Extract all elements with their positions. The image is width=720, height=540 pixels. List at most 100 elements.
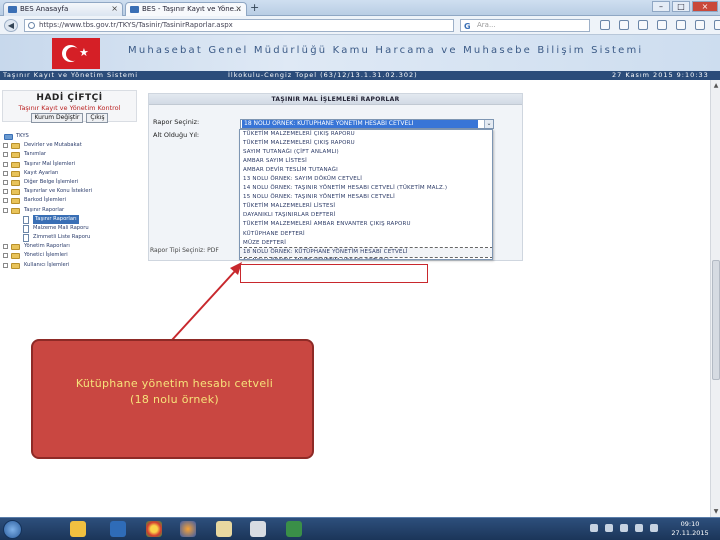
excel-icon[interactable] (286, 521, 302, 537)
documents-icon[interactable] (216, 521, 232, 537)
flag-tray-icon[interactable] (605, 524, 613, 532)
close-tab-icon[interactable]: × (235, 3, 242, 15)
logout-button[interactable]: Çıkış (86, 113, 109, 123)
chevron-down-icon[interactable]: ⌄ (484, 120, 493, 128)
expand-icon[interactable] (3, 179, 8, 185)
menu-icon[interactable] (714, 20, 720, 30)
bes-favicon-icon (8, 6, 17, 13)
dropdown-option[interactable]: AMBAR DEVİR TESLİM TUTANAĞI (240, 166, 492, 175)
chrome-icon[interactable] (146, 521, 162, 537)
tree-item[interactable]: Taşınır Raporlar (3, 206, 143, 215)
tools-icon[interactable] (250, 521, 266, 537)
folder-icon (11, 198, 20, 205)
report-dropdown-list: TÜKETİM MALZEMELERİ ÇIKIŞ RAPORU TÜKETİM … (239, 129, 493, 260)
vertical-scrollbar[interactable]: ▲ ▼ (710, 80, 720, 517)
dropdown-option[interactable]: KÜTÜPHANE DEFTERİ (240, 230, 492, 239)
expand-icon[interactable] (3, 170, 8, 176)
start-button-icon[interactable] (3, 520, 22, 539)
back-arrow-icon[interactable]: ◀ (4, 19, 18, 32)
address-bar[interactable]: https://www.tbs.gov.tr/TKYS/Tasinir/Tasi… (24, 19, 454, 32)
tree-item[interactable]: Malzeme Mali Raporu (3, 224, 143, 233)
firefox-icon[interactable] (180, 521, 196, 537)
expand-icon[interactable] (3, 152, 8, 158)
system-clock[interactable]: 09:10 27.11.2015 (664, 520, 716, 538)
tree-item[interactable]: Kullanıcı İşlemleri (3, 261, 143, 270)
tree-item-label: Taşınır Mal İşlemleri (24, 160, 76, 167)
network-icon[interactable] (620, 524, 628, 532)
dropdown-option[interactable]: AMBAR SAYIM LİSTESİ (240, 157, 492, 166)
tree-item-label: TKYS (16, 133, 29, 139)
scroll-up-icon[interactable]: ▲ (712, 81, 720, 90)
annotation-callout: Kütüphane yönetim hesabı cetveli (18 nol… (31, 339, 314, 459)
dropdown-option[interactable]: 18 NOLU ÖRNEK: KÜTÜPHANE YÖNETİM HESABI … (240, 246, 492, 258)
screen: BES Anasayfa × BES - Taşınır Kayıt ve Yö… (0, 0, 720, 540)
dropdown-option[interactable]: 15 NOLU ÖRNEK: TAŞINIR YÖNETİM HESABI CE… (240, 193, 492, 202)
menu-tree: TKYS Devirler ve Mutabakat Tanımlar Taşınır… (3, 132, 143, 270)
tree-item[interactable]: Taşınır Mal İşlemleri (3, 160, 143, 169)
callout-line-2: (18 nolu örnek) (130, 393, 219, 406)
url-text: https://www.tbs.gov.tr/TKYS/Tasinir/Tasi… (39, 21, 233, 29)
antivirus-icon[interactable] (650, 524, 658, 532)
expand-icon[interactable] (3, 262, 8, 268)
tree-item[interactable]: Zimmetli Liste Raporu (3, 233, 143, 243)
system-tray (590, 524, 658, 532)
bookmarks-icon[interactable] (619, 20, 629, 30)
dropdown-option[interactable]: TÜKETİM MALZEMELERİ LİSTESİ (240, 202, 492, 211)
dropdown-option[interactable]: TÜKETİM MALZEMELERİ AMBAR ENVANTER ÇIKIŞ… (240, 220, 492, 229)
dropdown-option[interactable]: 19 NOLU ÖRNEK: MÜZE YÖNETİM HESABI CETVE… (240, 257, 492, 259)
tree-item[interactable]: Taşınırlar ve Konu İstekleri (3, 187, 143, 196)
tree-item[interactable]: TKYS (3, 132, 143, 141)
dropdown-option[interactable]: DAYANIKLI TAŞINIRLAR DEFTERİ (240, 211, 492, 220)
tree-item[interactable]: Tanımlar (3, 150, 143, 159)
tree-item[interactable]: Yönetim Raporları (3, 242, 143, 251)
expand-icon[interactable] (3, 189, 8, 195)
star-icon[interactable] (600, 20, 610, 30)
document-icon (23, 234, 29, 243)
close-tab-icon[interactable]: × (111, 3, 118, 15)
dropdown-option[interactable]: TÜKETİM MALZEMELERİ ÇIKIŞ RAPORU (240, 139, 492, 148)
download-icon[interactable] (638, 20, 648, 30)
folder-icon[interactable] (70, 521, 86, 537)
dropdown-option[interactable]: MÜZE DEFTERİ (240, 239, 492, 248)
user-links[interactable]: Taşınır Kayıt ve Yönetim Kontrol (3, 104, 136, 112)
report-select[interactable]: 18 NOLU ÖRNEK: KÜTÜPHANE YÖNETİM HESABI … (240, 119, 494, 129)
expand-icon[interactable] (3, 207, 8, 213)
addon-icon[interactable] (695, 20, 705, 30)
tray-icon[interactable] (590, 524, 598, 532)
change-institution-button[interactable]: Kurum Değiştir (30, 113, 84, 123)
expand-icon[interactable] (3, 253, 8, 259)
maximize-icon[interactable]: □ (672, 1, 690, 12)
search-engine-icon: G (464, 22, 471, 31)
tree-item[interactable]: Devirler ve Mutabakat (3, 141, 143, 150)
tree-item[interactable]: Yönetici İşlemleri (3, 251, 143, 260)
dropdown-option[interactable]: 14 NOLU ÖRNEK: TAŞINIR YÖNETİM HESABI CE… (240, 184, 492, 193)
tree-item[interactable]: Taşınır Raporları (3, 214, 143, 224)
expand-icon[interactable] (3, 244, 8, 250)
tree-item[interactable]: Diğer Belge İşlemleri (3, 178, 143, 187)
scroll-thumb[interactable] (712, 260, 720, 380)
folder-icon (11, 143, 20, 150)
volume-icon[interactable] (635, 524, 643, 532)
dropdown-option[interactable]: TÜKETİM MALZEMELERİ ÇIKIŞ RAPORU (240, 130, 492, 139)
computer-icon (4, 134, 13, 140)
browser-tab-bar: BES Anasayfa × BES - Taşınır Kayıt ve Yö… (0, 0, 720, 16)
tab-tasinir-kayit[interactable]: BES - Taşınır Kayıt ve Yöne... × (125, 2, 247, 16)
dropdown-option[interactable]: SAYIM TUTANAĞI (ÇİFT ANLAMLI) (240, 148, 492, 157)
new-tab-button[interactable]: + (250, 1, 259, 14)
dropdown-option[interactable]: 13 NOLU ÖRNEK: SAYIM DÖKÜM CETVELİ (240, 175, 492, 184)
minimize-icon[interactable]: – (652, 1, 670, 12)
chat-icon[interactable] (676, 20, 686, 30)
expand-icon[interactable] (3, 143, 8, 149)
close-window-icon[interactable]: × (692, 1, 718, 12)
tab-label: BES Anasayfa (20, 5, 69, 13)
tab-bes-anasayfa[interactable]: BES Anasayfa × (3, 2, 123, 16)
media-player-icon[interactable] (110, 521, 126, 537)
scroll-down-icon[interactable]: ▼ (712, 507, 720, 516)
tree-item[interactable]: Kayıt Ayarları (3, 169, 143, 178)
expand-icon[interactable] (3, 161, 8, 167)
home-icon[interactable] (657, 20, 667, 30)
search-input[interactable]: G Ara... (460, 19, 590, 32)
tree-item-label: Taşınırlar ve Konu İstekleri (24, 188, 93, 195)
expand-icon[interactable] (3, 198, 8, 204)
tree-item[interactable]: Barkod İşlemleri (3, 196, 143, 205)
